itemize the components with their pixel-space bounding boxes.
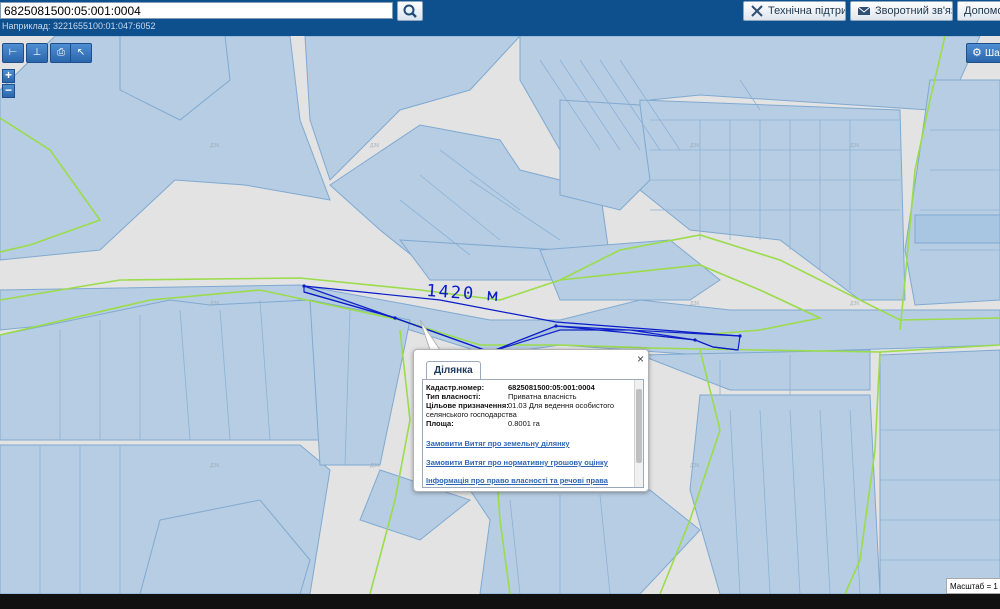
- zoom-in-button[interactable]: +: [2, 69, 15, 83]
- search-button[interactable]: [397, 1, 423, 21]
- mail-icon: [857, 6, 871, 15]
- layers-button[interactable]: ⚙ Шари: [966, 43, 1000, 63]
- field-ownership-type: Тип власності: Приватна власність: [426, 392, 577, 401]
- feedback-button[interactable]: Зворотний зв'язок: [850, 1, 953, 21]
- svg-text:ДЗК: ДЗК: [210, 301, 219, 307]
- popup-scrollbar[interactable]: [634, 380, 643, 487]
- tools-icon: [751, 5, 763, 17]
- scale-indicator: Масштаб = 1 : 8: [946, 578, 1000, 594]
- water-parcel: [914, 214, 1000, 244]
- svg-text:ДЗК: ДЗК: [370, 143, 379, 149]
- support-label: Технічна підтримка: [768, 5, 846, 17]
- tab-parcel[interactable]: Ділянка: [426, 361, 481, 379]
- popup-scroll-thumb[interactable]: [636, 389, 642, 463]
- ownership-info-link[interactable]: Інформація про право власності та речові…: [426, 476, 608, 485]
- ruler-distance-icon: ⊢: [8, 47, 18, 58]
- parcel-info-popup: × Ділянка Кадастр.номер: 6825081500:05:00…: [413, 349, 649, 492]
- measure-area-button[interactable]: ⊥: [26, 43, 48, 63]
- cadastral-map[interactable]: ДЗК ДЗК ДЗК ДЗК ДЗК ДЗК ДЗК ДЗК ДЗК ДЗК …: [0, 36, 1000, 594]
- gear-icon: ⚙: [972, 47, 982, 59]
- svg-text:ДЗК: ДЗК: [690, 301, 699, 307]
- zoom-out-button[interactable]: −: [2, 84, 15, 98]
- order-parcel-extract-link[interactable]: Замовити Витяг про земельну ділянку: [426, 439, 570, 448]
- svg-text:ДЗК: ДЗК: [210, 143, 219, 149]
- field-purpose-continued: селянського господарства: [426, 410, 517, 419]
- field-area: Площа: 0.8001 га: [426, 419, 540, 428]
- layers-label: Шари: [985, 48, 1000, 59]
- close-icon[interactable]: ×: [637, 352, 644, 366]
- identify-button[interactable]: ↖: [70, 43, 92, 63]
- svg-text:ДЗК: ДЗК: [370, 463, 379, 469]
- ruler-area-icon: ⊥: [32, 47, 42, 58]
- feedback-label: Зворотний зв'язок: [875, 5, 952, 17]
- measure-distance-button[interactable]: ⊢: [2, 43, 24, 63]
- svg-text:ДЗК: ДЗК: [850, 301, 859, 307]
- svg-text:ДЗК: ДЗК: [210, 463, 219, 469]
- support-button[interactable]: Технічна підтримка: [743, 1, 846, 21]
- svg-text:ДЗК: ДЗК: [850, 143, 859, 149]
- svg-text:ДЗК: ДЗК: [690, 143, 699, 149]
- field-purpose: Цільове призначення:01.03 Для ведення ос…: [426, 401, 615, 410]
- help-button[interactable]: Допомога: [957, 1, 1000, 21]
- svg-text:ДЗК: ДЗК: [690, 463, 699, 469]
- print-icon: ⎙: [57, 47, 65, 58]
- print-button[interactable]: ⎙: [50, 43, 72, 63]
- help-label: Допомога: [964, 5, 1000, 17]
- top-bar: Наприклад: 3221655100:01:047:6052 Техніч…: [0, 0, 1000, 36]
- search-icon: [403, 4, 417, 18]
- field-cadastral-number: Кадастр.номер: 6825081500:05:001:0004: [426, 383, 595, 392]
- search-hint: Наприклад: 3221655100:01:047:6052: [2, 21, 156, 31]
- identify-cursor-icon: ↖: [76, 47, 86, 58]
- order-valuation-extract-link[interactable]: Замовити Витяг про нормативну грошову оц…: [426, 458, 608, 467]
- popup-body: Кадастр.номер: 6825081500:05:001:0004 Тип…: [422, 379, 644, 488]
- cadastral-search-input[interactable]: [0, 2, 393, 19]
- taskbar: [0, 594, 1000, 609]
